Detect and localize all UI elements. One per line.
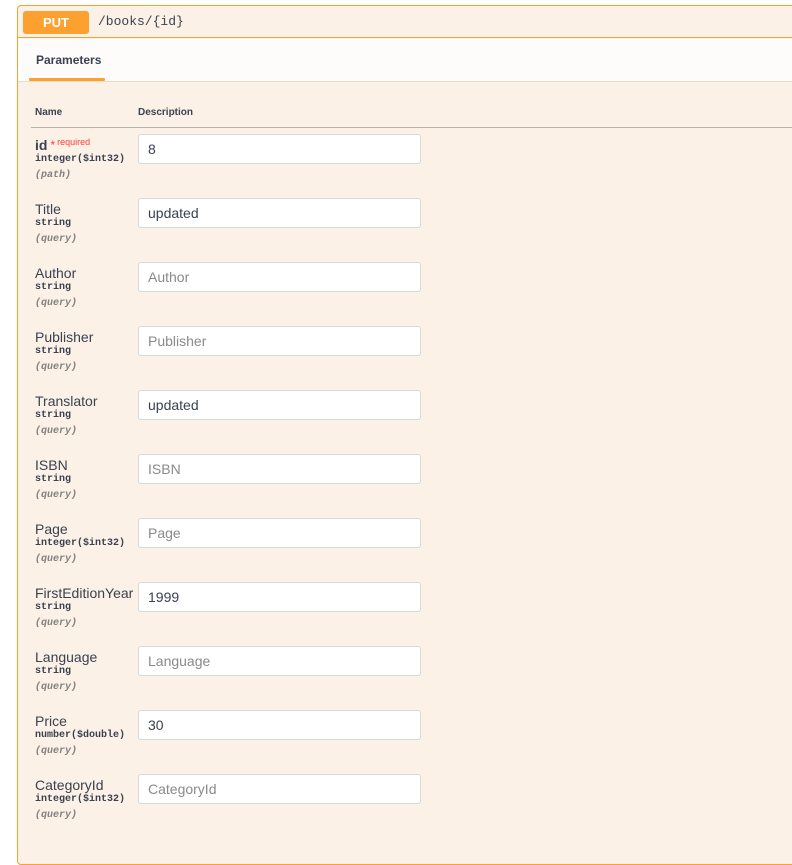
param-row-firsteditionyear: FirstEditionYear string (query) <box>18 582 788 649</box>
param-type: string <box>35 474 72 485</box>
param-location: (query) <box>35 490 78 501</box>
param-name: Price <box>35 713 67 729</box>
param-name: CategoryId <box>35 777 104 793</box>
param-location: (query) <box>35 618 78 629</box>
param-input-title[interactable] <box>138 198 421 228</box>
param-name: id * required <box>35 137 91 153</box>
required-star: * <box>50 138 56 152</box>
column-header-description: Description <box>138 107 194 118</box>
param-location: (query) <box>35 234 78 245</box>
param-input-language[interactable] <box>138 646 421 676</box>
param-row-language: Language string (query) <box>18 646 788 713</box>
param-type: number($double) <box>35 730 126 741</box>
param-row-isbn: ISBN string (query) <box>18 454 788 521</box>
endpoint-path: /books/{id} <box>98 14 184 29</box>
method-badge: PUT <box>23 11 89 34</box>
param-location: (query) <box>35 298 78 309</box>
param-name: FirstEditionYear <box>35 585 134 601</box>
param-name: ISBN <box>35 457 68 473</box>
param-type: string <box>35 666 72 677</box>
opblock-put: PUT /books/{id} Parameters Name Descript… <box>17 5 792 865</box>
opblock-summary[interactable]: PUT /books/{id} <box>18 6 792 38</box>
param-location: (query) <box>35 810 78 821</box>
param-location: (path) <box>35 170 72 181</box>
param-location: (query) <box>35 746 78 757</box>
param-row-translator: Translator string (query) <box>18 390 788 457</box>
param-type: string <box>35 410 72 421</box>
param-input-categoryid[interactable] <box>138 774 421 804</box>
param-input-id[interactable] <box>138 134 421 164</box>
required-label: required <box>57 137 91 147</box>
param-type: string <box>35 602 72 613</box>
param-input-isbn[interactable] <box>138 454 421 484</box>
param-row-price: Price number($double) (query) <box>18 710 788 777</box>
header-divider <box>31 127 792 128</box>
param-type: string <box>35 218 72 229</box>
param-row-id: id * required integer($int32) (path) <box>18 134 788 201</box>
param-input-price[interactable] <box>138 710 421 740</box>
param-input-firsteditionyear[interactable] <box>138 582 421 612</box>
param-type: integer($int32) <box>35 154 126 165</box>
tab-parameters[interactable]: Parameters <box>29 39 105 81</box>
tab-header: Parameters <box>18 39 792 82</box>
param-type: string <box>35 346 72 357</box>
tab-parameters-label: Parameters <box>36 53 102 67</box>
param-row-page: Page integer($int32) (query) <box>18 518 788 585</box>
param-type: integer($int32) <box>35 538 126 549</box>
param-type: string <box>35 282 72 293</box>
tab-active-indicator <box>29 78 105 81</box>
param-name: Author <box>35 265 77 281</box>
param-row-publisher: Publisher string (query) <box>18 326 788 393</box>
param-location: (query) <box>35 362 78 373</box>
param-name: Language <box>35 649 98 665</box>
param-input-page[interactable] <box>138 518 421 548</box>
param-type: integer($int32) <box>35 794 126 805</box>
param-name: Translator <box>35 393 98 409</box>
param-name: Page <box>35 521 68 537</box>
param-row-title: Title string (query) <box>18 198 788 265</box>
param-location: (query) <box>35 682 78 693</box>
param-name: Title <box>35 201 61 217</box>
column-header-name: Name <box>35 107 63 118</box>
param-row-categoryid: CategoryId integer($int32) (query) <box>18 774 788 841</box>
param-input-author[interactable] <box>138 262 421 292</box>
param-location: (query) <box>35 426 78 437</box>
param-row-author: Author string (query) <box>18 262 788 329</box>
param-input-translator[interactable] <box>138 390 421 420</box>
param-name: Publisher <box>35 329 94 345</box>
param-location: (query) <box>35 554 78 565</box>
param-input-publisher[interactable] <box>138 326 421 356</box>
